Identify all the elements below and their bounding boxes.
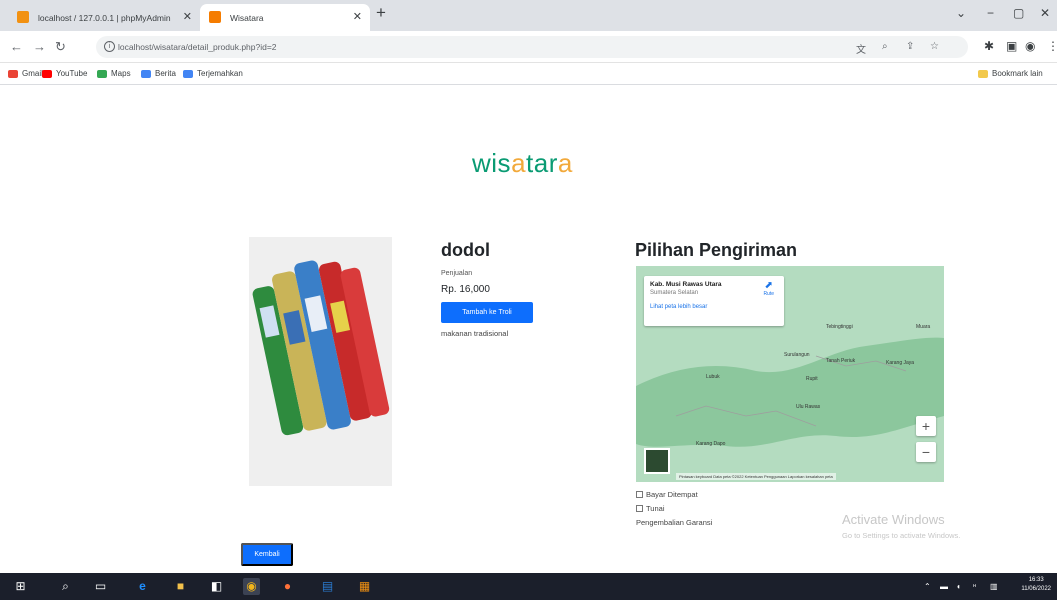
new-tab-icon[interactable]: + — [376, 3, 386, 23]
bookmark-star-icon[interactable]: ☆ — [930, 41, 939, 52]
map-town-label: Tanah Periuk — [826, 358, 856, 364]
browser-toolbar: ← → ↻ i localhost/wisatara/detail_produk… — [0, 31, 1057, 63]
reload-icon[interactable]: ↻ — [55, 39, 66, 55]
larger-map-link[interactable]: Lihat peta lebih besar — [650, 304, 778, 310]
option-tunai[interactable]: Tunai — [636, 504, 664, 513]
wisatara-favicon-icon — [209, 11, 221, 23]
edge-icon[interactable]: e — [134, 578, 151, 595]
map-town-label: Tebingtinggi — [826, 324, 853, 330]
system-clock[interactable]: 16:33 11/06/2022 — [1021, 576, 1051, 594]
firefox-icon[interactable]: ● — [279, 578, 296, 595]
map-town-label: Lubuk — [706, 374, 720, 380]
tab-phpmyadmin[interactable]: localhost / 127.0.0.1 | phpMyAdmin ✕ — [8, 4, 200, 31]
word-icon[interactable]: ▤ — [319, 578, 336, 595]
zoom-in-button[interactable]: + — [916, 416, 936, 436]
app-icon[interactable]: ▦ — [356, 578, 373, 595]
youtube-icon — [42, 69, 52, 78]
other-bookmarks[interactable]: Bookmark lain — [978, 69, 1043, 78]
phpmyadmin-icon — [17, 11, 29, 23]
bookmark-berita[interactable]: Berita — [141, 69, 176, 78]
translate-icon — [183, 69, 193, 78]
minimize-icon[interactable]: − — [987, 6, 994, 20]
tab-label: localhost / 127.0.0.1 | phpMyAdmin — [38, 12, 171, 23]
tab-label: Wisatara — [230, 12, 264, 23]
directions-button[interactable]: ⬈ Rute — [763, 280, 774, 297]
map-town-label: Ulu Rawas — [796, 404, 821, 410]
map-attribution: Pintasan keyboard Data peta ©2022 Ketent… — [676, 473, 836, 480]
product-description: makanan tradisional — [441, 329, 509, 338]
site-info-icon[interactable]: i — [104, 41, 115, 52]
browser-tab-strip: localhost / 127.0.0.1 | phpMyAdmin ✕ Wis… — [0, 0, 1057, 31]
map-town-label: Muara — [916, 324, 931, 330]
file-explorer-icon[interactable]: ■ — [172, 578, 189, 595]
search-icon[interactable]: ⌕ — [57, 578, 74, 595]
map-place-name: Kab. Musi Rawas Utara — [650, 281, 722, 288]
news-icon — [141, 69, 151, 78]
map-town-label: Karang Jaya — [886, 360, 915, 366]
checkbox[interactable] — [636, 505, 643, 512]
product-price: Rp. 16,000 — [441, 284, 490, 295]
store-icon[interactable]: ◧ — [208, 578, 225, 595]
zoom-out-button[interactable]: − — [916, 442, 936, 462]
price-label: Penjualan — [441, 270, 473, 277]
translate-icon[interactable]: 文 — [856, 41, 866, 56]
maximize-icon[interactable]: ▢ — [1013, 6, 1024, 20]
task-view-icon[interactable]: ▭ — [92, 578, 109, 595]
bookmarks-bar: Gmail YouTube Maps Berita Terjemahkan Bo… — [0, 63, 1057, 85]
map-place-subtitle: Sumatera Selatan — [650, 290, 699, 296]
checkbox[interactable] — [636, 491, 643, 498]
map-town-label: Surulangun — [784, 352, 810, 358]
profile-avatar-icon[interactable]: ◉ — [1025, 39, 1035, 53]
back-arrow-icon[interactable]: ← — [10, 39, 23, 54]
close-window-icon[interactable]: ✕ — [1040, 6, 1050, 20]
activate-windows-watermark: Activate Windows Go to Settings to activ… — [842, 512, 961, 540]
windows-taskbar: ⊞ ⌕ ▭ e ■ ◧ ◉ ● ▤ ▦ ⌃ ▬ ◖ ᵸ ▥ 16:33 11/0… — [0, 573, 1057, 600]
bookmark-maps[interactable]: Maps — [97, 69, 131, 78]
share-icon[interactable]: ⇪ — [906, 41, 914, 52]
bookmark-youtube[interactable]: YouTube — [42, 69, 87, 78]
page-content: wisatara dodol Penjualan Rp. 16,000 Tamb… — [0, 86, 1057, 573]
embedded-map[interactable]: Kab. Musi Rawas Utara Sumatera Selatan L… — [636, 266, 944, 482]
bookmark-terjemahkan[interactable]: Terjemahkan — [183, 69, 243, 78]
tab-wisatara[interactable]: Wisatara ✕ — [200, 4, 370, 31]
map-town-label: Rupit — [806, 376, 818, 382]
side-panel-icon[interactable]: ▣ — [1006, 39, 1017, 53]
menu-icon[interactable]: ⋮ — [1047, 39, 1057, 53]
product-image — [249, 237, 392, 486]
close-tab-icon[interactable]: ✕ — [353, 10, 362, 23]
option-bayar-ditempat[interactable]: Bayar Ditempat — [636, 490, 698, 499]
forward-arrow-icon[interactable]: → — [33, 39, 46, 54]
zoom-icon[interactable]: ⌕ — [882, 41, 888, 52]
add-to-cart-button[interactable]: Tambah ke Troli — [441, 302, 533, 323]
folder-icon — [978, 69, 988, 78]
back-button[interactable]: Kembali — [241, 543, 293, 566]
tray-chevron-icon[interactable]: ⌃ — [924, 582, 931, 591]
shipping-title: Pilihan Pengiriman — [635, 240, 798, 260]
bookmark-gmail[interactable]: Gmail — [8, 69, 43, 78]
return-warranty-label: Pengembalian Garansi — [636, 518, 713, 527]
product-name: dodol — [441, 240, 490, 260]
network-icon[interactable]: ▬ — [940, 582, 948, 591]
gmail-icon — [8, 69, 18, 78]
chrome-icon[interactable]: ◉ — [243, 578, 260, 595]
address-bar[interactable]: i localhost/wisatara/detail_produk.php?i… — [96, 36, 968, 58]
volume-icon[interactable]: ◖ — [956, 582, 961, 591]
maps-icon — [97, 69, 107, 78]
notification-icon[interactable]: ▥ — [990, 582, 998, 591]
extensions-icon[interactable]: ✱ — [984, 39, 994, 53]
satellite-toggle[interactable] — [644, 448, 670, 474]
tab-search-icon[interactable]: ⌄ — [956, 6, 966, 20]
map-place-card: Kab. Musi Rawas Utara Sumatera Selatan L… — [644, 276, 784, 326]
close-tab-icon[interactable]: ✕ — [183, 10, 192, 23]
directions-icon: ⬈ — [764, 280, 773, 291]
windows-start-icon[interactable]: ⊞ — [12, 578, 29, 595]
url-text: localhost/wisatara/detail_produk.php?id=… — [118, 42, 277, 52]
wisatara-logo[interactable]: wisatara — [472, 148, 573, 179]
map-town-label: Karang Dapo — [696, 441, 726, 447]
language-icon[interactable]: ᵸ — [973, 582, 976, 591]
